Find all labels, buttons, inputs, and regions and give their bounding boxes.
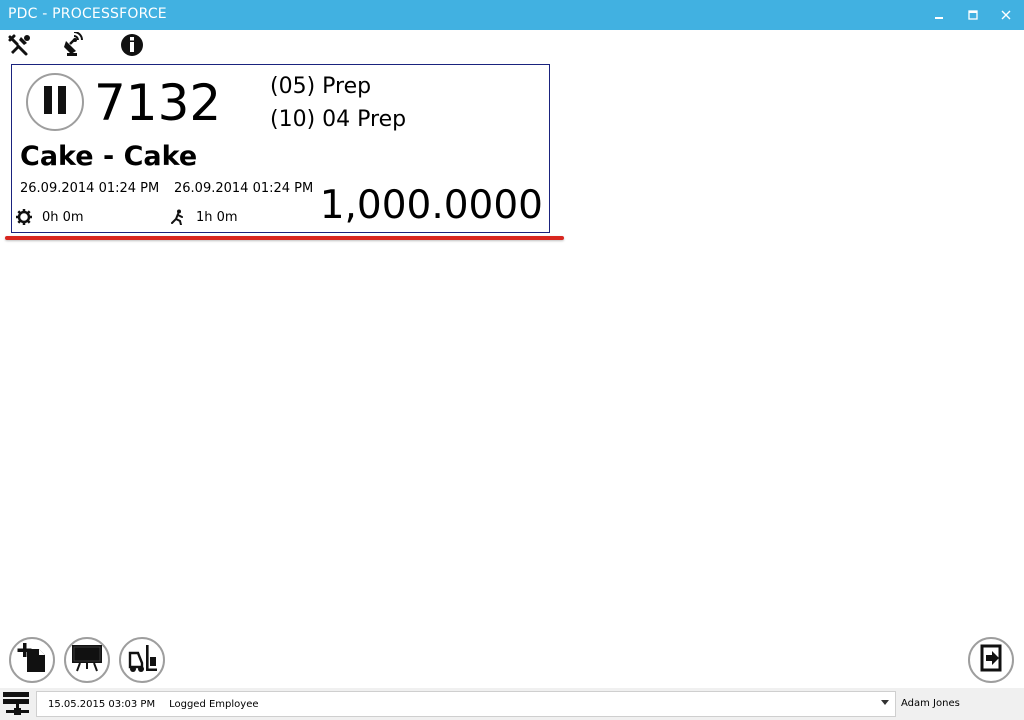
gear-icon <box>15 208 33 226</box>
running-person-icon <box>169 208 187 226</box>
setup-time: 0h 0m <box>15 207 84 227</box>
setup-time-value: 0h 0m <box>42 209 84 225</box>
forklift-button[interactable] <box>119 637 165 683</box>
end-date: 26.09.2014 01:24 PM <box>174 181 314 196</box>
order-quantity: 1,000.0000 <box>319 183 543 228</box>
run-time-value: 1h 0m <box>196 209 238 225</box>
status-date: 15.05.2015 03:03 PM <box>48 698 156 710</box>
start-date: 26.09.2014 01:24 PM <box>20 181 160 196</box>
operation-1: (05) Prep <box>270 74 372 99</box>
board-icon <box>71 644 103 676</box>
item-name: Cake - Cake <box>20 141 198 172</box>
network-icon[interactable] <box>2 691 30 717</box>
logged-employee-label: Logged Employee <box>169 698 259 710</box>
window-title: PDC - PROCESSFORCE <box>8 6 167 22</box>
order-number: 7132 <box>94 74 222 132</box>
info-icon[interactable] <box>117 31 147 59</box>
board-button[interactable] <box>64 637 110 683</box>
close-icon[interactable] <box>995 5 1017 25</box>
employee-select[interactable]: 15.05.2015 03:03 PM Logged Employee <box>36 691 896 717</box>
new-document-icon <box>17 643 47 677</box>
satellite-icon[interactable] <box>60 31 90 59</box>
forklift-icon <box>126 643 158 677</box>
minimize-icon[interactable] <box>928 5 950 25</box>
user-name: Adam Jones <box>901 698 960 709</box>
chevron-down-icon <box>881 700 889 705</box>
title-bar: PDC - PROCESSFORCE <box>0 0 1024 30</box>
selected-card-underline <box>5 236 564 240</box>
order-card[interactable]: 7132 (05) Prep (10) 04 Prep Cake - Cake … <box>11 64 550 233</box>
operation-2: (10) 04 Prep <box>270 107 407 132</box>
run-time: 1h 0m <box>169 207 238 227</box>
pause-button[interactable] <box>26 73 84 131</box>
maximize-icon[interactable] <box>962 5 984 25</box>
status-bar: 15.05.2015 03:03 PM Logged Employee Adam… <box>0 688 1024 720</box>
pause-icon <box>40 84 70 120</box>
logout-icon <box>977 644 1005 676</box>
new-document-button[interactable] <box>9 637 55 683</box>
tools-icon[interactable] <box>4 31 34 59</box>
logout-button[interactable] <box>968 637 1014 683</box>
